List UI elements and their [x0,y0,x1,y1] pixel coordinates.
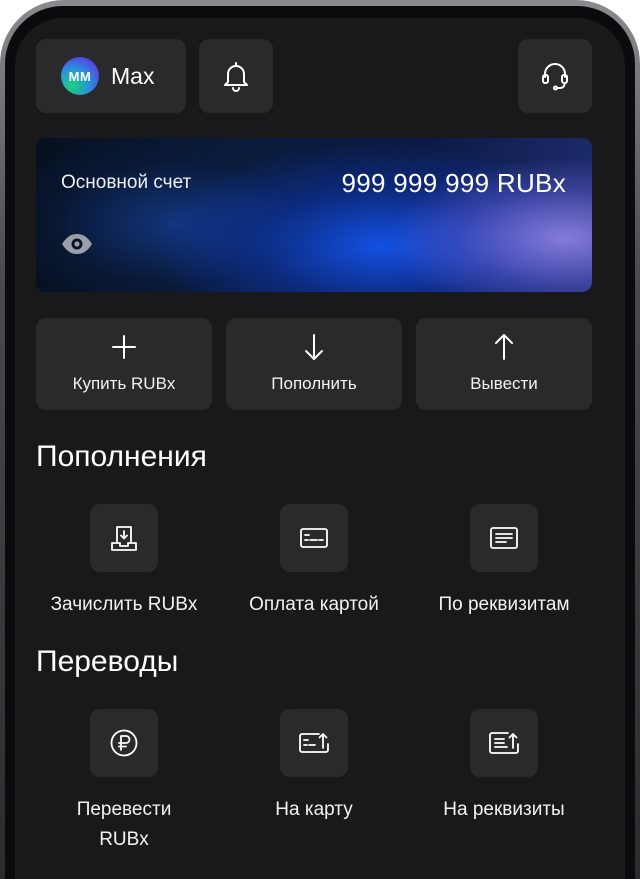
tile-icon-box[interactable] [280,709,348,777]
action-label: Купить RUBx [72,374,176,393]
tile-icon-box[interactable] [90,709,158,777]
card-send-icon [299,733,329,753]
transfer-rubx-tile[interactable]: Перевести RUBx [29,709,219,855]
tile-icon-box[interactable] [280,504,348,572]
avatar: MM [61,57,99,95]
tile-label: Перевести RUBx [76,799,172,850]
tile-icon-box[interactable] [90,504,158,572]
document-send-icon [489,732,519,754]
tile-icon-box[interactable] [470,504,538,572]
app-screen: MM Max Основной счет 999 999 999 RUBx Ку… [15,18,625,879]
action-label: Вывести [470,374,538,393]
to-card-tile[interactable]: На карту [219,709,409,825]
tile-label: Зачислить RUBx [50,594,198,615]
eye-icon[interactable] [61,233,93,255]
account-card[interactable]: Основной счет 999 999 999 RUBx [36,138,592,292]
ruble-icon [110,729,138,757]
plus-icon [112,335,136,359]
tile-label: На реквизиты [443,799,565,820]
tile-icon-box[interactable] [470,709,538,777]
tile-label: На карту [275,799,353,820]
receive-rubx-tile[interactable]: Зачислить RUBx [29,504,219,620]
account-title: Основной счет [61,172,192,193]
top-up-button[interactable]: Пополнить [226,318,402,410]
profile-name: Max [111,62,155,89]
buy-rubx-button[interactable]: Купить RUBx [36,318,212,410]
support-button[interactable] [518,39,592,113]
by-requisites-tile[interactable]: По реквизитам [409,504,599,620]
to-requisites-tile[interactable]: На реквизиты [409,709,599,825]
transfers-title: Переводы [36,645,179,678]
card-icon [300,528,328,548]
deposits-title: Пополнения [36,440,207,473]
notifications-button[interactable] [199,39,273,113]
bell-icon [224,62,248,92]
tile-label: Оплата картой [249,594,379,615]
arrow-up-icon [495,334,513,360]
arrow-down-icon [305,334,323,360]
card-payment-tile[interactable]: Оплата картой [219,504,409,620]
withdraw-button[interactable]: Вывести [416,318,592,410]
phone-frame: MM Max Основной счет 999 999 999 RUBx Ку… [0,0,640,879]
document-icon [490,527,518,549]
profile-button[interactable]: MM Max [36,39,186,113]
tile-label: По реквизитам [438,594,570,615]
receive-icon [111,526,137,551]
phone-bezel: MM Max Основной счет 999 999 999 RUBx Ку… [5,6,635,879]
action-label: Пополнить [271,374,357,393]
headset-icon [542,63,568,91]
account-balance: 999 999 999 RUBx [341,168,566,198]
